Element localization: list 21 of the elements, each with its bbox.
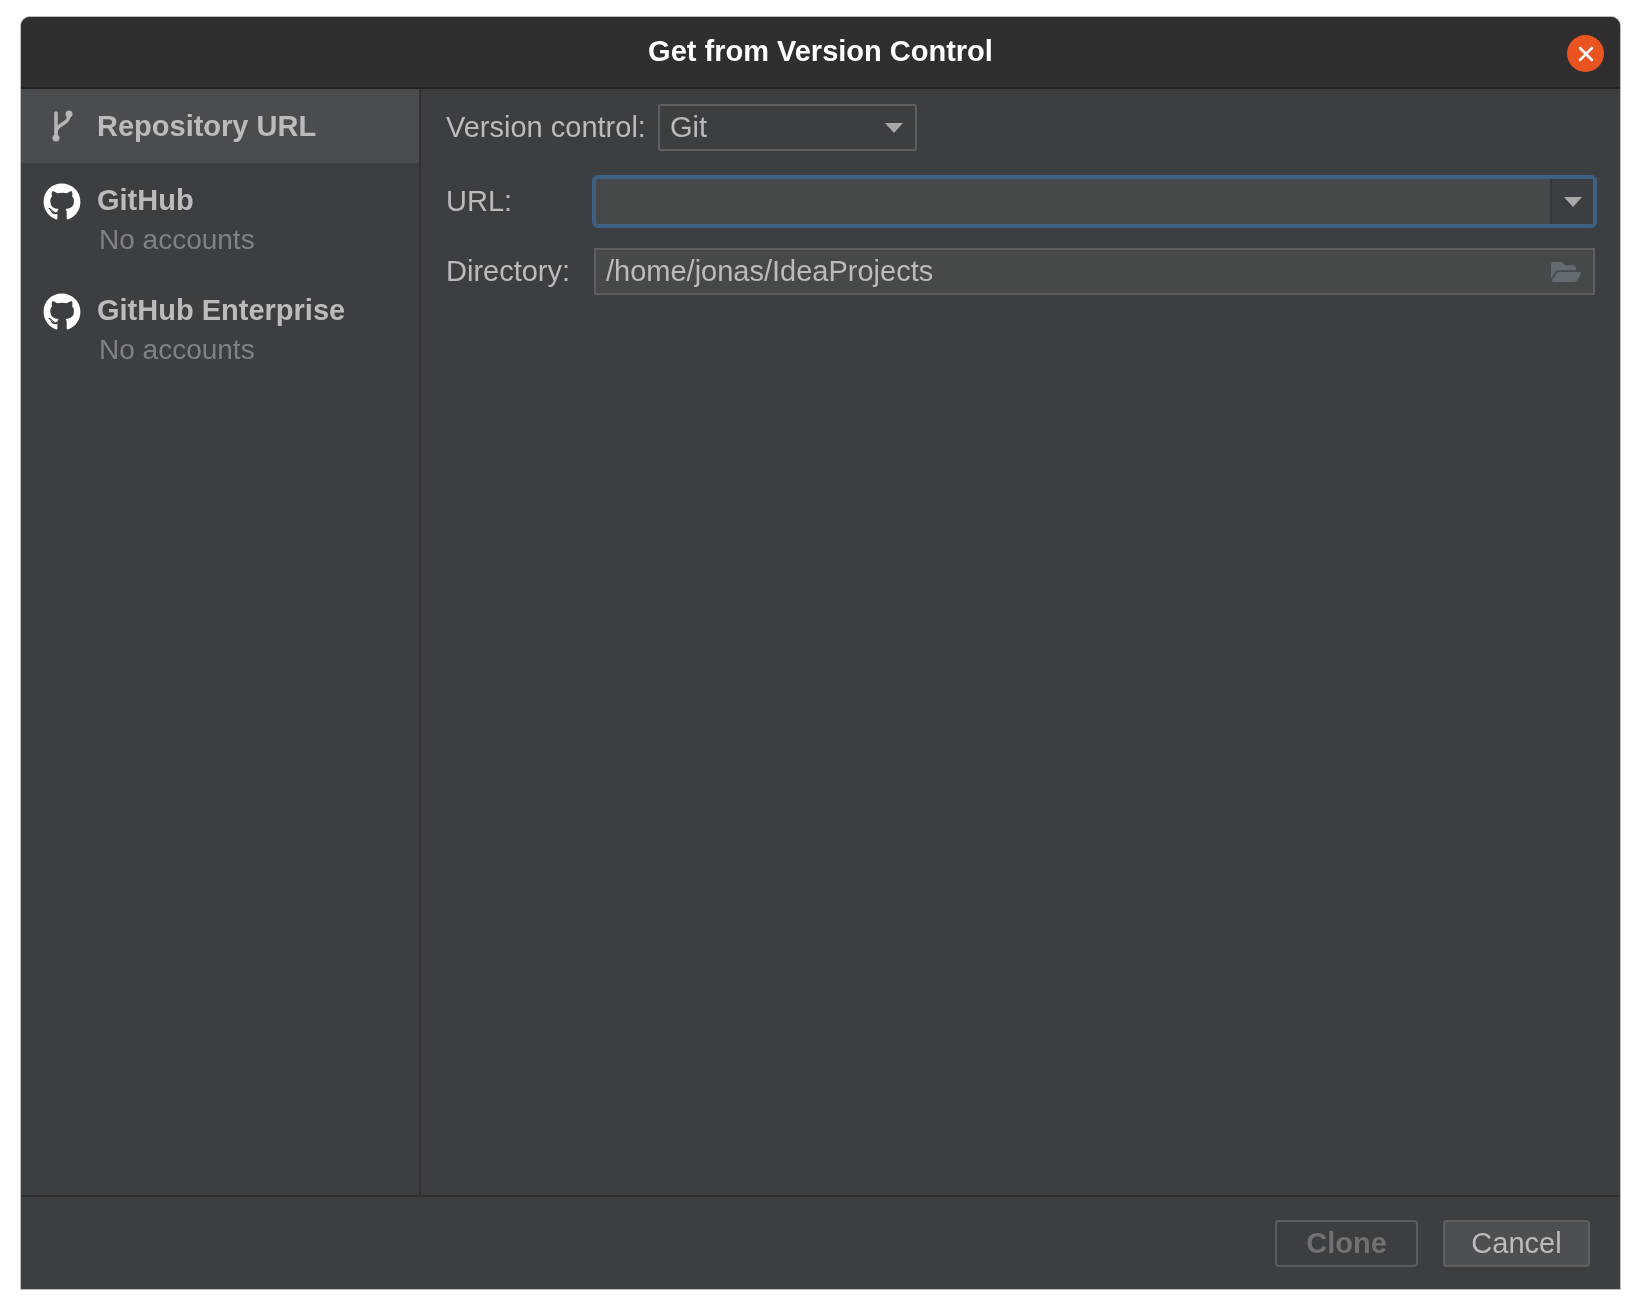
field-label: URL: [446,183,514,219]
window-title: Get from Version Control [648,34,993,70]
sidebar-item[interactable]: Repository URL [21,89,419,163]
github-icon [43,293,81,331]
caret-icon [884,122,903,133]
item-subtitle: No accounts [98,223,255,257]
directory-field[interactable]: /home/jonas/IdeaProjects [594,248,1595,295]
item-label: GitHub Enterprise [97,293,346,327]
field-label: Version control: [446,109,646,145]
url-field[interactable] [592,175,1597,228]
github-icon [43,183,81,221]
item-label: GitHub [97,183,195,217]
close-button[interactable] [1567,35,1604,72]
item-subtitle: No accounts [98,333,256,367]
field-label: Directory: [446,253,572,289]
dialog-button[interactable]: Cancel [1443,1219,1590,1267]
version-control-dropdown[interactable]: Git [657,104,917,151]
close-icon [1577,45,1594,62]
caret-icon [1563,196,1582,207]
item-label: Repository URL [97,109,317,143]
branch-icon [50,109,74,143]
